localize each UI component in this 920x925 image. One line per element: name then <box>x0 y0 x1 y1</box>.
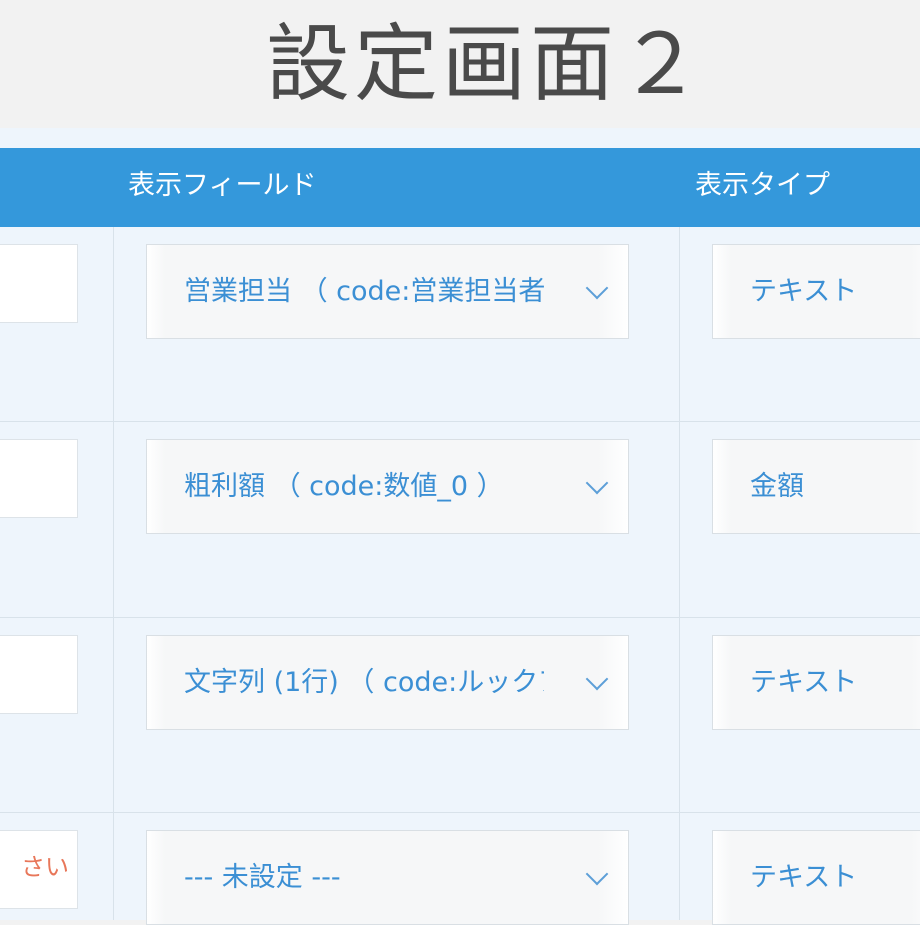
field-select-value: 粗利額 （ code:数値_0 ） <box>184 471 504 502</box>
field-select-value: 文字列 (1行) （ code:ルックアップ ） <box>184 667 544 698</box>
type-select[interactable]: テキスト <box>712 635 920 730</box>
field-select[interactable]: 文字列 (1行) （ code:ルックアップ ） <box>146 635 629 730</box>
type-select[interactable]: テキスト <box>712 830 920 925</box>
chevron-down-icon <box>585 667 609 691</box>
label-input[interactable] <box>0 244 78 323</box>
field-select[interactable]: 営業担当 （ code:営業担当者 ） <box>146 244 629 339</box>
label-input[interactable] <box>0 439 78 518</box>
chevron-down-icon <box>585 276 609 300</box>
type-select-value: 金額 <box>750 471 804 502</box>
type-select[interactable]: テキスト <box>712 244 920 339</box>
type-select[interactable]: 金額 <box>712 439 920 534</box>
field-select[interactable]: 粗利額 （ code:数値_0 ） <box>146 439 629 534</box>
label-input[interactable]: さい <box>0 830 78 909</box>
table-header: 表示フィールド 表示タイプ <box>0 148 920 227</box>
column-divider <box>679 227 680 920</box>
label-input[interactable] <box>0 635 78 714</box>
type-select-value: テキスト <box>750 276 858 307</box>
row-divider <box>0 812 920 813</box>
row-divider <box>0 617 920 618</box>
chevron-down-icon <box>585 862 609 886</box>
header-display-field: 表示フィールド <box>128 170 317 201</box>
type-select-value: テキスト <box>750 667 858 698</box>
chevron-down-icon <box>585 471 609 495</box>
type-select-value: テキスト <box>750 862 858 893</box>
column-divider <box>113 227 114 920</box>
field-select-value: 営業担当 （ code:営業担当者 ） <box>184 276 544 307</box>
row-divider <box>0 421 920 422</box>
header-display-type: 表示タイプ <box>695 170 830 201</box>
field-select-value: --- 未設定 --- <box>184 862 341 893</box>
required-hint: さい <box>21 853 69 881</box>
field-select[interactable]: --- 未設定 --- <box>146 830 629 925</box>
page-title: 設定画面２ <box>265 15 706 113</box>
title-bar: 設定画面２ <box>0 0 920 128</box>
